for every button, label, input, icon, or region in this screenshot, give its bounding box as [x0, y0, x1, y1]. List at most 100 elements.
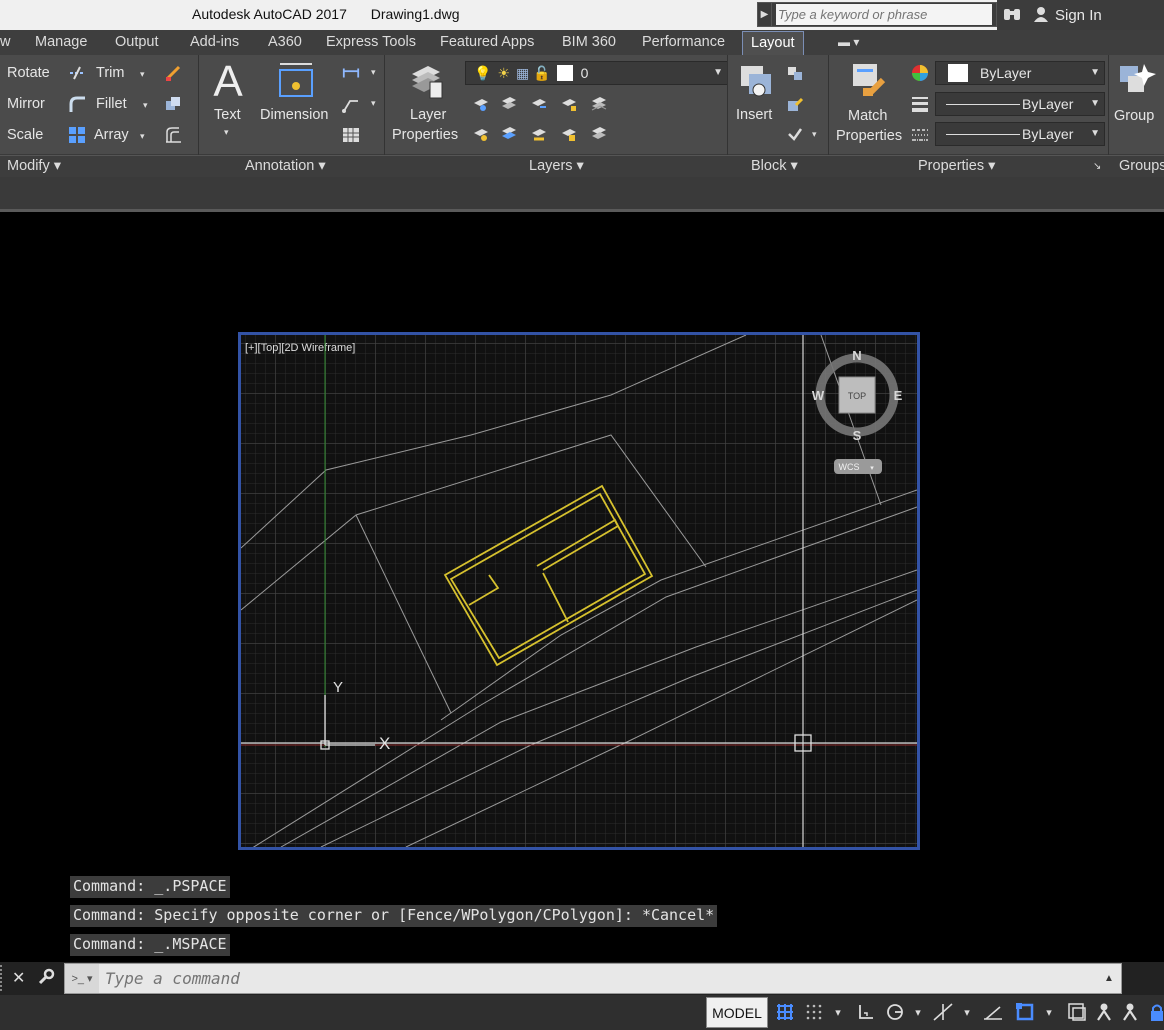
- layer-properties-icon[interactable]: [406, 60, 446, 100]
- match-properties-icon[interactable]: [849, 60, 889, 100]
- layer-tool-icon-9[interactable]: [560, 125, 578, 143]
- block-attribute-dropdown-icon[interactable]: ▾: [812, 129, 817, 140]
- close-icon[interactable]: ✕: [12, 968, 25, 988]
- layer-tool-icon-10[interactable]: [590, 125, 608, 143]
- dimension-icon[interactable]: [276, 60, 316, 100]
- object-snap-icon[interactable]: [1014, 1001, 1036, 1023]
- block-attribute-icon[interactable]: [786, 125, 804, 143]
- properties-dialog-launcher-icon[interactable]: ↘: [1093, 161, 1101, 172]
- text-button[interactable]: Text: [214, 107, 241, 123]
- workspace-lock-icon[interactable]: [1146, 1001, 1164, 1023]
- block-panel-title[interactable]: Block ▾: [751, 158, 798, 174]
- grid-icon[interactable]: [774, 1001, 796, 1023]
- text-dropdown-icon[interactable]: ▾: [224, 127, 229, 138]
- offset-icon[interactable]: [164, 126, 182, 144]
- layer-dropdown[interactable]: 💡 ☀ ▦ 🔓 0 ▼: [465, 61, 728, 85]
- fillet-button[interactable]: Fillet: [96, 96, 127, 112]
- lineweight-icon[interactable]: [911, 95, 929, 113]
- viewcube[interactable]: TOP N S E W WCS ▾: [812, 348, 903, 474]
- trim-dropdown-icon[interactable]: ▾: [140, 69, 145, 80]
- linear-dimension-icon[interactable]: [342, 64, 360, 82]
- search-input[interactable]: [776, 4, 992, 25]
- scale-button[interactable]: Scale: [7, 127, 43, 143]
- table-icon[interactable]: [342, 126, 360, 144]
- groups-panel-title[interactable]: Groups: [1119, 158, 1164, 174]
- insert-button[interactable]: Insert: [736, 107, 772, 123]
- layer-vp-freeze-icon[interactable]: ▦: [516, 65, 529, 82]
- layer-properties-label-2[interactable]: Properties: [392, 127, 458, 143]
- tab-express-tools[interactable]: Express Tools: [326, 34, 416, 50]
- color-wheel-icon[interactable]: [911, 64, 929, 82]
- modify-panel-title[interactable]: Modify ▾: [7, 158, 61, 174]
- object-snap-tracking-icon[interactable]: [932, 1001, 954, 1023]
- text-icon[interactable]: A: [210, 58, 246, 102]
- fillet-icon[interactable]: [68, 95, 86, 113]
- layer-thaw-icon[interactable]: ☀: [497, 65, 510, 82]
- leader-icon[interactable]: [342, 95, 360, 113]
- copy-icon[interactable]: [164, 95, 182, 113]
- properties-panel-title[interactable]: Properties ▾: [918, 158, 995, 174]
- tab-featured-apps[interactable]: Featured Apps: [440, 34, 534, 50]
- lineweight-dropdown[interactable]: ByLayer ▼: [935, 122, 1105, 146]
- snap-icon[interactable]: [803, 1001, 825, 1023]
- array-dropdown-icon[interactable]: ▾: [140, 131, 145, 142]
- object-snap-dropdown-icon[interactable]: ▾: [1038, 1001, 1060, 1023]
- command-prompt-icon[interactable]: >_ ▾: [65, 964, 99, 993]
- snap-dropdown-icon[interactable]: ▾: [827, 1001, 849, 1023]
- rotate-button[interactable]: Rotate: [7, 65, 50, 81]
- trim-button[interactable]: Trim: [96, 65, 124, 81]
- wrench-icon[interactable]: [37, 968, 55, 991]
- layer-tool-icon-7[interactable]: [500, 125, 518, 143]
- linetype-dropdown[interactable]: ByLayer ▼: [935, 92, 1105, 116]
- model-space-button[interactable]: MODEL: [706, 997, 768, 1028]
- layer-tool-icon-8[interactable]: [530, 125, 548, 143]
- layer-tool-icon-5[interactable]: [590, 95, 608, 113]
- model-viewport[interactable]: [+][Top][2D Wireframe] Y X TOP N S E W W…: [238, 332, 920, 850]
- selection-cycling-icon[interactable]: [1066, 1001, 1088, 1023]
- erase-icon[interactable]: [164, 64, 182, 82]
- tab-layout[interactable]: Layout: [742, 31, 804, 55]
- tab-performance[interactable]: Performance: [642, 34, 725, 50]
- linear-dropdown-icon[interactable]: ▾: [371, 67, 376, 78]
- osnap-tracking-dropdown-icon[interactable]: ▾: [956, 1001, 978, 1023]
- tab-bim-360[interactable]: BIM 360: [562, 34, 616, 50]
- annotation-panel-title[interactable]: Annotation ▾: [245, 158, 326, 174]
- command-input[interactable]: [99, 964, 1097, 993]
- layer-tool-icon-4[interactable]: [560, 95, 578, 113]
- search-box[interactable]: ▶: [757, 2, 997, 27]
- tab-a360[interactable]: A360: [268, 34, 302, 50]
- color-dropdown-caret-icon[interactable]: ▼: [1090, 67, 1100, 78]
- tab-output[interactable]: Output: [115, 34, 159, 50]
- tab-add-ins[interactable]: Add-ins: [190, 34, 239, 50]
- search-expand-icon[interactable]: ▶: [758, 3, 772, 26]
- annotation-visibility-icon[interactable]: [1120, 1001, 1142, 1023]
- layer-tool-icon-6[interactable]: [472, 125, 490, 143]
- mirror-button[interactable]: Mirror: [7, 96, 45, 112]
- layers-panel-title[interactable]: Layers ▾: [529, 158, 584, 174]
- tab-manage[interactable]: Manage: [35, 34, 87, 50]
- layer-tool-icon-1[interactable]: [472, 95, 490, 113]
- dimension-button[interactable]: Dimension: [260, 107, 329, 123]
- layer-on-icon[interactable]: 💡: [474, 65, 491, 82]
- trim-icon[interactable]: [68, 64, 86, 82]
- group-icon[interactable]: [1116, 60, 1156, 100]
- leader-dropdown-icon[interactable]: ▾: [371, 98, 376, 109]
- array-button[interactable]: Array: [94, 127, 129, 143]
- linetype-icon[interactable]: [911, 126, 929, 144]
- command-bar-grip[interactable]: [0, 965, 6, 991]
- ortho-icon[interactable]: [855, 1001, 877, 1023]
- isodraft-icon[interactable]: [982, 1001, 1004, 1023]
- group-button[interactable]: Group: [1114, 108, 1154, 124]
- binoculars-icon[interactable]: [1003, 6, 1021, 25]
- command-history-toggle-icon[interactable]: ▲: [1097, 973, 1121, 984]
- create-block-icon[interactable]: [786, 64, 804, 82]
- layer-tool-icon-2[interactable]: [500, 95, 518, 113]
- tab-view[interactable]: w: [0, 34, 10, 50]
- layer-properties-label-1[interactable]: Layer: [410, 107, 446, 123]
- polar-tracking-icon[interactable]: [884, 1001, 906, 1023]
- array-icon[interactable]: [68, 126, 86, 144]
- signin-link[interactable]: Sign In: [1055, 7, 1102, 24]
- fillet-dropdown-icon[interactable]: ▾: [143, 100, 148, 111]
- layer-tool-icon-3[interactable]: [530, 95, 548, 113]
- command-input-wrap[interactable]: >_ ▾ ▲: [64, 963, 1122, 994]
